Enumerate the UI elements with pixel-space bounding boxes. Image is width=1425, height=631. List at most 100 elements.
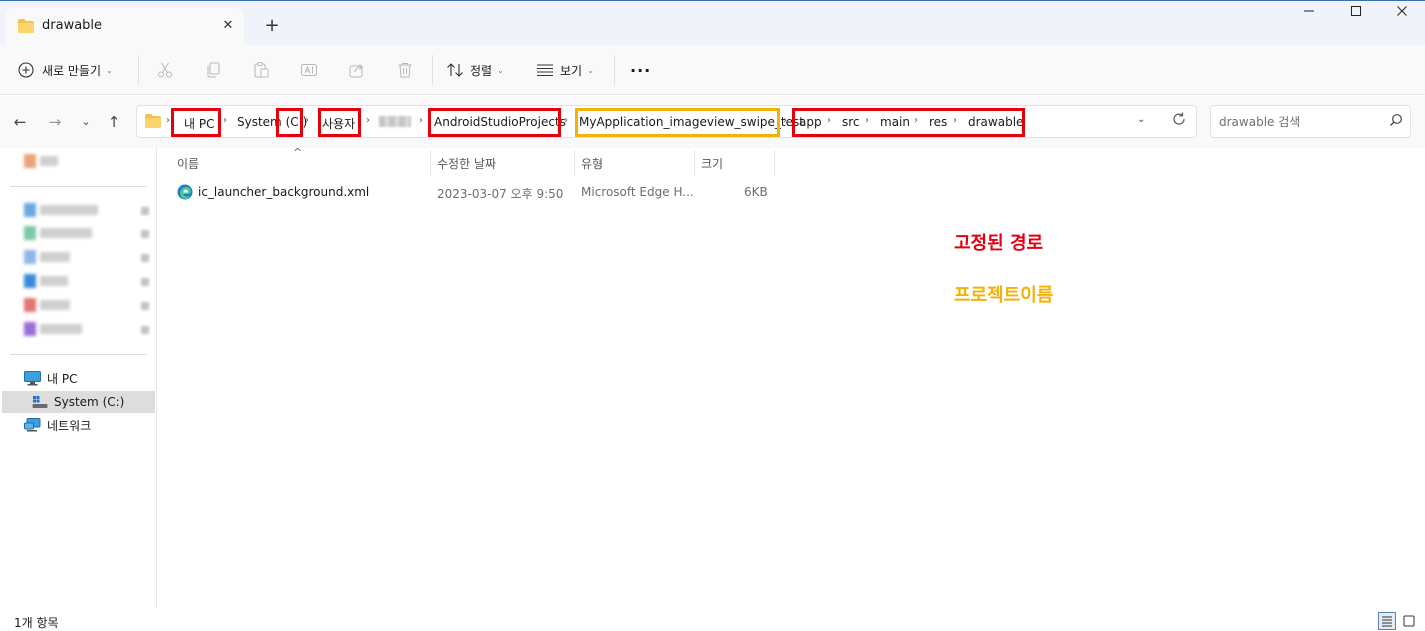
thumbnail-view-button[interactable]	[1400, 612, 1418, 630]
share-button[interactable]	[348, 56, 366, 84]
breadcrumb-separator: ›	[419, 115, 423, 126]
highlight-fixed-path	[276, 108, 303, 137]
sidebar-item-label: 내 PC	[47, 371, 78, 386]
divider	[10, 354, 147, 355]
network-icon	[24, 417, 41, 433]
delete-button[interactable]	[396, 56, 414, 84]
rename-button[interactable]	[300, 56, 318, 84]
pin-icon	[141, 254, 149, 262]
details-view-icon	[1381, 615, 1393, 627]
divider	[614, 55, 615, 85]
refresh-icon[interactable]	[1171, 111, 1187, 131]
recent-locations-button[interactable]: ⌄	[74, 110, 98, 134]
column-header-name[interactable]: 이름	[177, 155, 199, 172]
arrow-right-icon: →	[48, 113, 62, 131]
sidebar-item-label: 네트워크	[47, 418, 92, 433]
share-icon	[348, 61, 366, 79]
sort-label: 정렬	[470, 63, 493, 78]
trash-icon	[396, 61, 414, 79]
minimize-button[interactable]	[1286, 5, 1332, 29]
thumbnail-view-icon	[1403, 615, 1415, 627]
divider	[138, 55, 139, 85]
breadcrumb-separator: ›	[305, 115, 309, 126]
file-modified: 2023-03-07 오후 9:50	[437, 187, 564, 201]
command-bar: 새로 만들기 ⌄ 정렬 ⌄ 보기 ⌄ ···	[0, 45, 1425, 95]
divider	[10, 186, 147, 187]
sort-arrows-icon	[446, 62, 464, 78]
highlight-fixed-path	[318, 108, 361, 137]
column-divider[interactable]	[774, 150, 775, 176]
sidebar-item-network[interactable]: 네트워크	[24, 414, 154, 436]
copy-button[interactable]	[204, 56, 222, 84]
plus-circle-icon	[18, 62, 34, 78]
maximize-button[interactable]	[1333, 5, 1379, 29]
breadcrumb-separator: ›	[223, 115, 227, 126]
scissors-icon	[156, 61, 174, 79]
annotation-fixed-path: 고정된 경로	[954, 233, 1044, 254]
new-button[interactable]: 새로 만들기 ⌄	[18, 56, 113, 84]
arrow-up-icon: ↑	[107, 113, 121, 131]
folder-icon	[18, 19, 34, 36]
column-divider[interactable]	[574, 150, 575, 176]
edge-icon	[177, 184, 193, 203]
close-tab-button[interactable]: ✕	[218, 16, 238, 36]
divider	[432, 55, 433, 85]
search-icon[interactable]	[1389, 113, 1403, 130]
file-name: ic_launcher_background.xml	[198, 185, 370, 199]
up-button[interactable]: ↑	[102, 110, 126, 134]
file-size: 6KB	[744, 185, 768, 199]
arrow-left-icon: ←	[13, 113, 27, 131]
navigation-pane: 내 PC System (C:) 네트워크	[0, 148, 157, 608]
view-list-icon	[536, 63, 554, 77]
address-bar[interactable]: › 내 PC › System (C:) › 사용자 › › AndroidSt…	[136, 105, 1197, 138]
drive-icon	[32, 395, 48, 409]
paste-button[interactable]	[252, 56, 270, 84]
monitor-icon	[24, 370, 41, 386]
tab-drawable[interactable]: drawable ✕	[6, 8, 244, 46]
view-label: 보기	[560, 63, 583, 78]
cut-button[interactable]	[156, 56, 174, 84]
more-options-button[interactable]: ···	[630, 56, 651, 84]
sort-button[interactable]: 정렬 ⌄	[446, 56, 504, 84]
sidebar-item-this-pc[interactable]: 내 PC	[24, 367, 154, 389]
new-tab-button[interactable]: +	[262, 17, 282, 37]
title-bar: drawable ✕ +	[0, 0, 1425, 46]
blurred-username[interactable]	[379, 116, 411, 127]
search-box[interactable]	[1210, 105, 1411, 138]
chevron-down-icon: ⌄	[587, 65, 594, 75]
address-dropdown-icon[interactable]: ⌄	[1137, 114, 1145, 125]
copy-icon	[204, 61, 222, 79]
breadcrumb-separator: ›	[783, 115, 787, 126]
highlight-fixed-path	[171, 108, 221, 137]
back-button[interactable]: ←	[8, 110, 32, 134]
sidebar-item-label: System (C:)	[54, 395, 125, 409]
forward-button[interactable]: →	[43, 110, 67, 134]
breadcrumb-separator: ›	[366, 115, 370, 126]
column-header-size[interactable]: 크기	[701, 155, 723, 172]
annotation-project-name: 프로젝트이름	[954, 285, 1054, 306]
status-item-count: 1개 항목	[14, 616, 59, 630]
pin-icon	[141, 278, 149, 286]
sort-caret-icon: ^	[293, 146, 303, 159]
clipboard-icon	[252, 61, 270, 79]
highlight-fixed-path	[792, 108, 1025, 137]
breadcrumb-separator: ›	[564, 115, 568, 126]
column-divider[interactable]	[430, 150, 431, 176]
column-header-modified[interactable]: 수정한 날짜	[437, 155, 496, 172]
view-button[interactable]: 보기 ⌄	[536, 56, 594, 84]
column-divider[interactable]	[694, 150, 695, 176]
highlight-fixed-path	[428, 108, 561, 137]
details-view-button[interactable]	[1378, 612, 1396, 630]
folder-icon	[145, 114, 161, 131]
chevron-down-icon: ⌄	[106, 65, 113, 75]
file-type: Microsoft Edge H...	[581, 185, 694, 199]
rename-icon	[300, 61, 318, 79]
close-window-button[interactable]	[1379, 5, 1425, 29]
address-row: ← → ⌄ ↑ › 내 PC › System (C:) › 사용자 › › A…	[0, 96, 1425, 148]
highlight-project-name	[575, 108, 780, 137]
pin-icon	[141, 326, 149, 334]
column-header-type[interactable]: 유형	[581, 155, 603, 172]
pin-icon	[141, 230, 149, 238]
search-input[interactable]	[1219, 112, 1379, 132]
sidebar-item-system-c[interactable]: System (C:)	[2, 391, 155, 413]
